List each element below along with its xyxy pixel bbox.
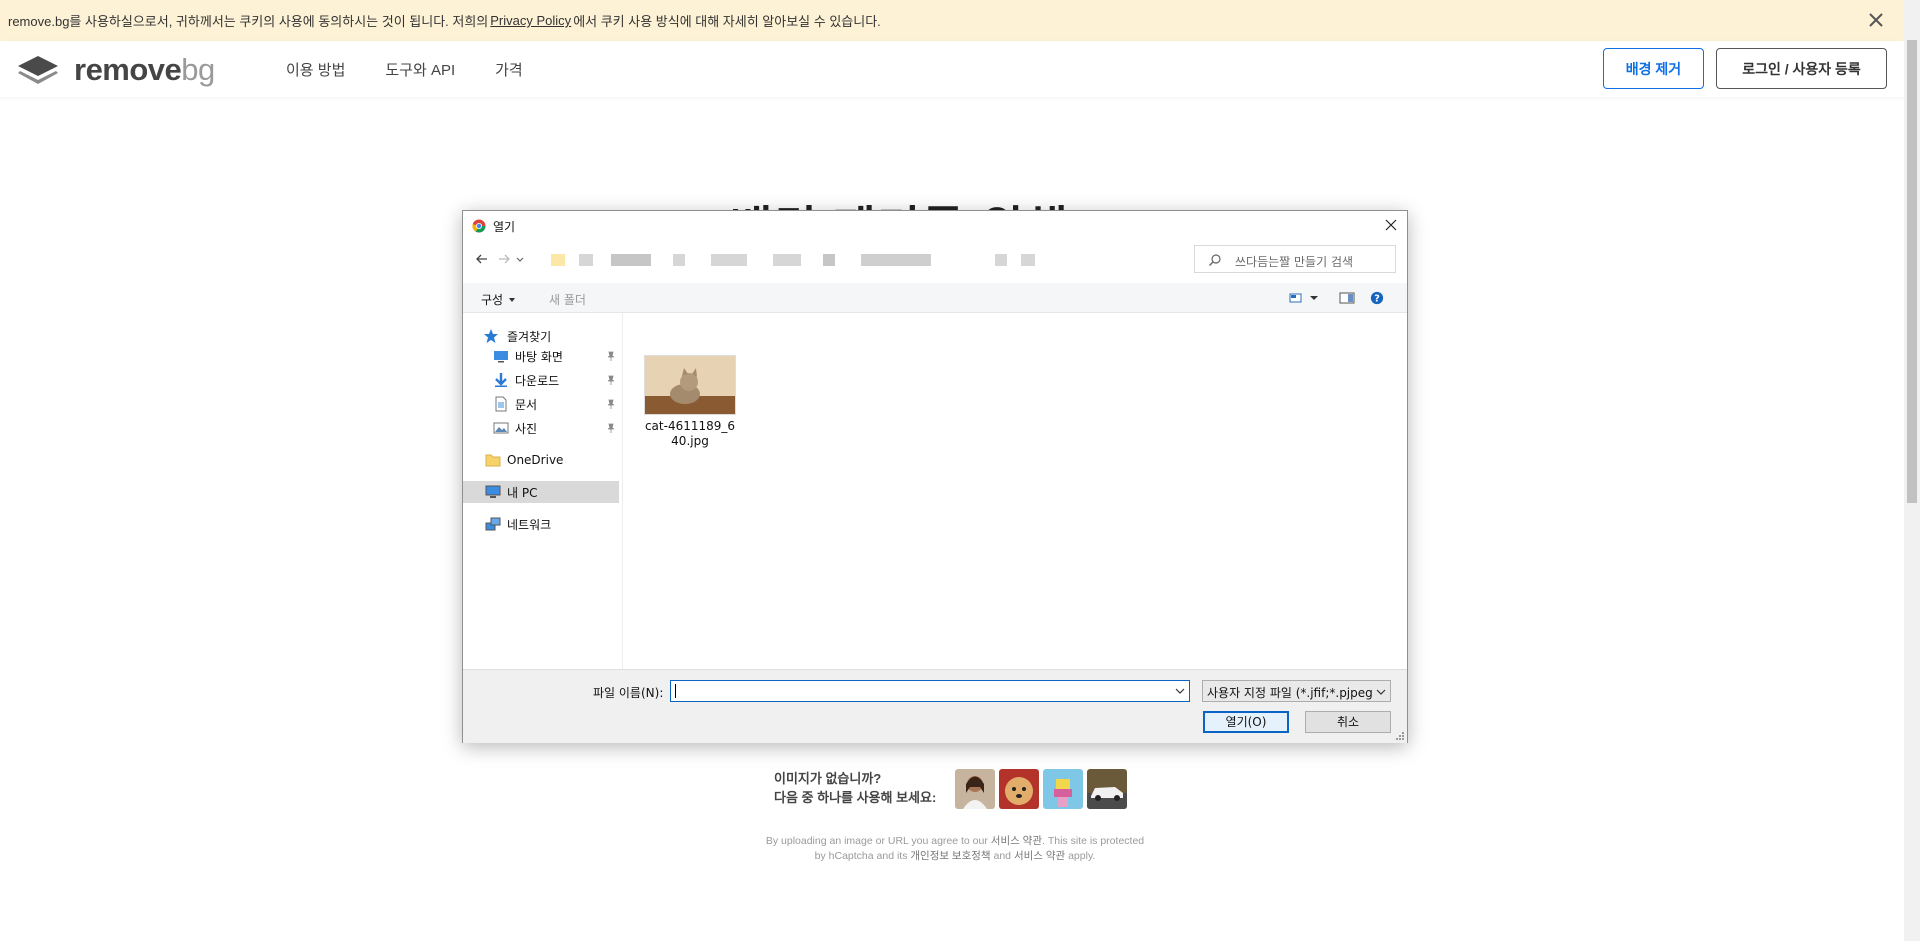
dialog-close-icon[interactable] xyxy=(1383,217,1399,233)
chevron-down-icon xyxy=(1376,687,1386,697)
sample-image-dog[interactable] xyxy=(999,769,1039,809)
nav-tools-api[interactable]: 도구와 API xyxy=(385,59,455,80)
dog-photo-icon xyxy=(999,769,1039,809)
file-name: cat-4611189_640.jpg xyxy=(644,419,736,448)
cake-photo-icon xyxy=(1043,769,1083,809)
dialog-title: 열기 xyxy=(493,220,516,234)
dialog-command-bar: 구성 새 폴더 ? xyxy=(463,283,1407,313)
pin-icon[interactable] xyxy=(606,351,616,361)
desktop-icon xyxy=(494,351,508,363)
open-button[interactable]: 열기(O) xyxy=(1203,711,1289,733)
file-item[interactable]: cat-4611189_640.jpg xyxy=(643,355,737,449)
woman-photo-icon xyxy=(955,769,995,809)
layers-logo-icon xyxy=(18,56,58,84)
resize-grip-icon[interactable] xyxy=(1395,731,1405,741)
close-icon xyxy=(1869,13,1883,27)
nav-how-to[interactable]: 이용 방법 xyxy=(286,59,345,80)
sample-image-woman[interactable] xyxy=(955,769,995,809)
login-signup-button[interactable]: 로그인 / 사용자 등록 xyxy=(1716,48,1887,89)
nav-desktop[interactable]: 바탕 화면 xyxy=(463,345,619,367)
filename-input[interactable] xyxy=(671,681,1161,701)
forward-arrow-icon[interactable] xyxy=(497,252,511,266)
search-icon xyxy=(1209,254,1221,266)
view-dropdown-icon[interactable] xyxy=(1309,291,1319,305)
cookie-text-after: 에서 쿠키 사용 방식에 대해 자세히 알아보실 수 있습니다. xyxy=(573,14,881,29)
view-options-icon[interactable] xyxy=(1289,291,1305,305)
privacy-link[interactable]: 개인정보 보호정책 xyxy=(910,850,990,862)
pc-icon xyxy=(485,485,501,498)
dialog-navigation-pane: 즐겨찾기 바탕 화면 다운로드 문서 사진 OneDrive 내 PC 네트워크 xyxy=(463,313,623,669)
dropdown-arrow-icon xyxy=(509,297,516,302)
nav-network[interactable]: 네트워크 xyxy=(463,513,619,535)
star-icon xyxy=(484,329,498,343)
pin-icon[interactable] xyxy=(606,423,616,433)
filename-field[interactable] xyxy=(670,680,1190,702)
no-image-prompt: 이미지가 없습니까? 다음 중 하나를 사용해 보세요: xyxy=(774,771,937,805)
legal-notice: By uploading an image or URL you agree t… xyxy=(765,835,1145,862)
car-photo-icon xyxy=(1087,769,1127,809)
open-file-dialog: 열기 쓰다듬는짤 만들기 검색 구성 새 폴더 ? 즐겨찾기 바탕 화면 다운로… xyxy=(462,210,1408,743)
main-nav: 이용 방법 도구와 API 가격 xyxy=(286,59,523,80)
file-type-select[interactable]: 사용자 지정 파일 (*.jfif;*.pjpeg xyxy=(1202,680,1391,702)
sample-image-car[interactable] xyxy=(1087,769,1127,809)
file-type-value: 사용자 지정 파일 (*.jfif;*.pjpeg xyxy=(1207,686,1373,700)
cookie-text-before: remove.bg를 사용하실으로서, 귀하께서는 쿠키의 사용에 동의하시는 … xyxy=(8,14,489,29)
folder-icon xyxy=(485,454,501,467)
filename-label: 파일 이름(N): xyxy=(593,686,664,700)
document-icon xyxy=(495,396,507,412)
page-scrollbar[interactable] xyxy=(1904,0,1920,941)
logo-text: removebg xyxy=(74,52,215,87)
breadcrumb-path-blurred[interactable] xyxy=(551,251,1171,269)
nav-pictures[interactable]: 사진 xyxy=(463,417,619,439)
close-cookie-button[interactable] xyxy=(1864,8,1888,32)
new-folder-button[interactable]: 새 폴더 xyxy=(549,291,586,308)
terms-link[interactable]: 서비스 약관 xyxy=(991,835,1042,847)
sample-image-cake[interactable] xyxy=(1043,769,1083,809)
picture-icon xyxy=(493,422,509,434)
download-icon xyxy=(495,373,507,387)
site-header: removebg 이용 방법 도구와 API 가격 배경 제거 로그인 / 사용… xyxy=(0,41,1904,97)
chrome-icon xyxy=(472,219,486,233)
help-icon[interactable]: ? xyxy=(1369,291,1385,305)
nav-onedrive[interactable]: OneDrive xyxy=(463,449,619,471)
chevron-down-icon[interactable] xyxy=(1175,686,1185,696)
svg-text:?: ? xyxy=(1374,294,1380,305)
back-arrow-icon[interactable] xyxy=(475,252,489,266)
dialog-search-box[interactable]: 쓰다듬는짤 만들기 검색 xyxy=(1194,245,1396,273)
nav-downloads[interactable]: 다운로드 xyxy=(463,369,619,391)
dialog-titlebar[interactable]: 열기 xyxy=(463,211,1407,241)
terms-link-2[interactable]: 서비스 약관 xyxy=(1014,850,1065,862)
cat-photo-thumbnail-icon xyxy=(645,356,735,414)
recent-locations-chevron-icon[interactable] xyxy=(515,252,525,266)
dialog-bottom-bar: 파일 이름(N): 사용자 지정 파일 (*.jfif;*.pjpeg 열기(O… xyxy=(463,669,1407,743)
privacy-policy-link[interactable]: Privacy Policy xyxy=(490,13,571,28)
organize-menu[interactable]: 구성 xyxy=(481,291,516,308)
remove-background-button[interactable]: 배경 제거 xyxy=(1603,48,1704,89)
text-caret xyxy=(675,684,676,698)
search-placeholder: 쓰다듬는짤 만들기 검색 xyxy=(1235,255,1354,269)
logo[interactable]: removebg xyxy=(16,52,215,88)
nav-this-pc[interactable]: 내 PC xyxy=(463,481,619,503)
network-icon xyxy=(485,517,501,531)
scrollbar-thumb[interactable] xyxy=(1907,40,1917,503)
sample-images xyxy=(955,769,1127,809)
nav-pricing[interactable]: 가격 xyxy=(495,59,523,80)
preview-pane-icon[interactable] xyxy=(1339,291,1355,305)
cancel-button[interactable]: 취소 xyxy=(1305,711,1391,733)
pin-icon[interactable] xyxy=(606,399,616,409)
nav-favorites[interactable]: 즐겨찾기 xyxy=(463,325,619,347)
address-row: 쓰다듬는짤 만들기 검색 xyxy=(463,244,1407,274)
cookie-banner: remove.bg를 사용하실으로서, 귀하께서는 쿠키의 사용에 동의하시는 … xyxy=(0,0,1904,41)
pin-icon[interactable] xyxy=(606,375,616,385)
file-thumbnail xyxy=(644,355,736,415)
nav-documents[interactable]: 문서 xyxy=(463,393,619,415)
